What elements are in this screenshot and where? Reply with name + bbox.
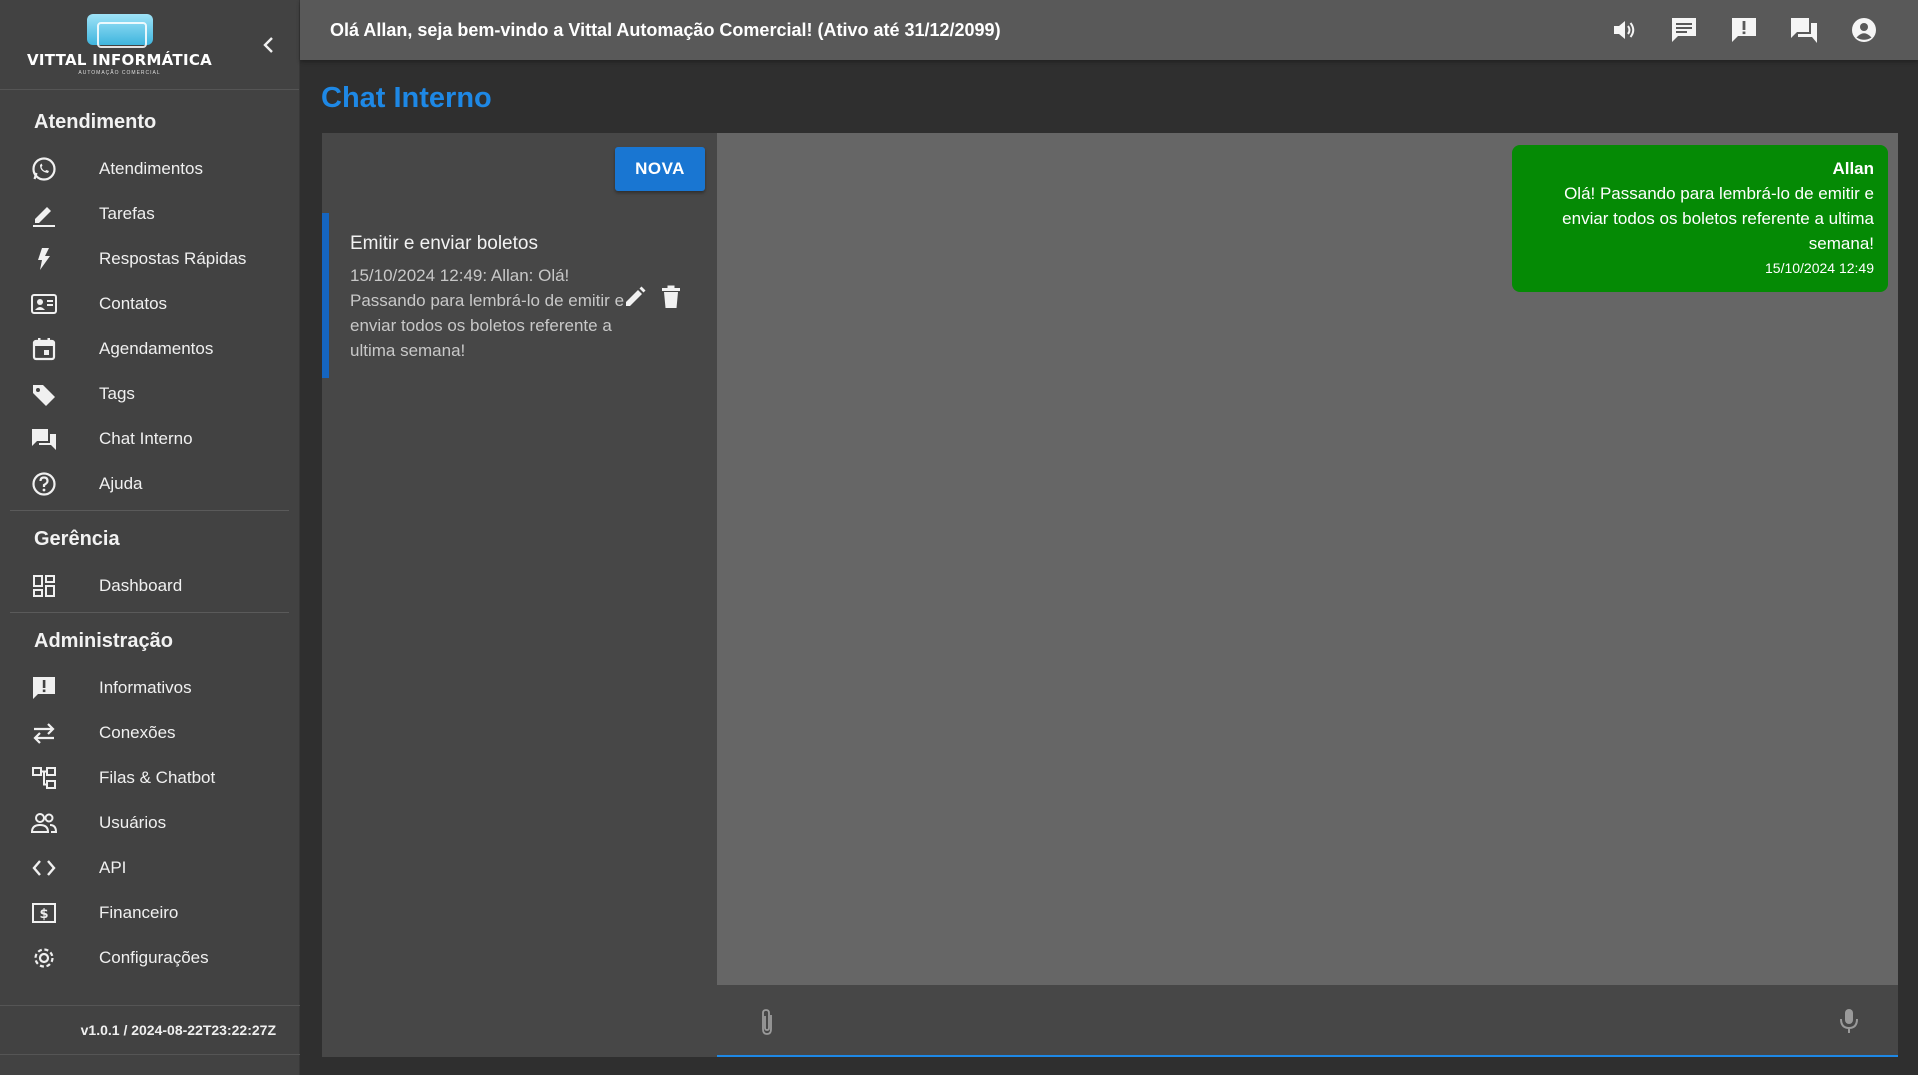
chat-preview: 15/10/2024 12:49: Allan: Olá! Passando p… (350, 266, 625, 360)
sidebar-item-label: Informativos (99, 677, 192, 697)
sidebar-item-dashboard[interactable]: Dashboard (0, 563, 299, 608)
sidebar-divider (10, 612, 289, 613)
new-chat-button[interactable]: NOVA (615, 147, 705, 191)
section-title-administracao: Administração (34, 629, 173, 652)
logo-mark-icon (86, 14, 153, 48)
account-tree-icon (30, 764, 58, 792)
announcement-icon (30, 674, 58, 702)
brand-tagline: AUTOMAÇÃO COMERCIAL (78, 70, 161, 76)
bolt-icon (30, 245, 58, 273)
people-icon (30, 809, 58, 837)
account-icon[interactable] (1846, 12, 1882, 48)
tag-icon (30, 380, 58, 408)
svg-text:$: $ (39, 907, 48, 922)
sidebar-item-label: Conexões (99, 722, 176, 742)
attach-icon[interactable] (757, 1007, 777, 1042)
sidebar-item-label: Usuários (99, 812, 167, 832)
logo-bar: VITTAL INFORMÁTICA AUTOMAÇÃO COMERCIAL (0, 0, 299, 90)
message-timestamp: 15/10/2024 12:49 (1765, 260, 1874, 276)
message-input[interactable] (807, 999, 1787, 1043)
sidebar-item-label: API (99, 857, 127, 877)
sidebar-item-contatos[interactable]: Contatos (0, 281, 299, 326)
message-icon[interactable] (1666, 12, 1702, 48)
forum-icon[interactable] (1786, 12, 1822, 48)
chat-list-item[interactable]: Emitir e enviar boletos 15/10/2024 12:49… (322, 213, 717, 378)
sidebar-item-label: Tarefas (99, 203, 155, 223)
money-icon: $ (30, 899, 58, 927)
sidebar-item-tarefas[interactable]: Tarefas (0, 191, 299, 236)
gear-icon (30, 944, 58, 972)
section-title-gerencia: Gerência (34, 527, 120, 550)
top-bar: Olá Allan, seja bem-vindo a Vittal Autom… (300, 0, 1918, 60)
brand-logo[interactable]: VITTAL INFORMÁTICA AUTOMAÇÃO COMERCIAL (27, 14, 212, 76)
message-text: Olá! Passando para lembrá-lo de emitir e… (1562, 184, 1874, 253)
dashboard-icon (30, 572, 58, 600)
sync-arrows-icon (30, 719, 58, 747)
sidebar: VITTAL INFORMÁTICA AUTOMAÇÃO COMERCIAL A… (0, 0, 300, 1075)
collapse-sidebar-button[interactable] (256, 30, 280, 60)
sidebar-item-ajuda[interactable]: Ajuda (0, 461, 299, 506)
brand-name: VITTAL INFORMÁTICA (26, 51, 213, 69)
sidebar-item-api[interactable]: API (0, 845, 299, 890)
sidebar-item-label: Configurações (99, 947, 209, 967)
sidebar-item-respostas-rapidas[interactable]: Respostas Rápidas (0, 236, 299, 281)
calendar-icon (30, 335, 58, 363)
whatsapp-icon (30, 155, 58, 183)
chat-title: Emitir e enviar boletos (350, 233, 538, 254)
sidebar-item-label: Financeiro (99, 902, 179, 922)
delete-chat-button[interactable] (657, 283, 685, 311)
sidebar-item-label: Filas & Chatbot (99, 767, 216, 787)
section-title-atendimento: Atendimento (34, 110, 157, 133)
sidebar-item-label: Ajuda (99, 473, 143, 493)
pencil-icon (30, 200, 58, 228)
sidebar-item-label: Agendamentos (99, 338, 214, 358)
message-author: Allan (1832, 159, 1874, 178)
sidebar-item-label: Tags (99, 383, 135, 403)
forum-icon (30, 425, 58, 453)
announcement-icon[interactable] (1726, 12, 1762, 48)
top-actions (1606, 12, 1882, 48)
sidebar-item-label: Chat Interno (99, 428, 193, 448)
sidebar-item-informativos[interactable]: Informativos (0, 665, 299, 710)
sidebar-item-chat-interno[interactable]: Chat Interno (0, 416, 299, 461)
trash-icon (662, 285, 680, 308)
sidebar-item-label: Contatos (99, 293, 168, 313)
microphone-icon[interactable] (1838, 1007, 1860, 1040)
messages-pane: Allan Olá! Passando para lembrá-lo de em… (717, 133, 1898, 985)
sidebar-item-filas-chatbot[interactable]: Filas & Chatbot (0, 755, 299, 800)
sidebar-item-tags[interactable]: Tags (0, 371, 299, 416)
help-icon (30, 470, 58, 498)
sidebar-item-financeiro[interactable]: $ Financeiro (0, 890, 299, 935)
chevron-left-icon (263, 37, 273, 53)
sidebar-item-agendamentos[interactable]: Agendamentos (0, 326, 299, 371)
sidebar-item-label: Dashboard (99, 575, 183, 595)
sidebar-item-label: Respostas Rápidas (99, 248, 247, 268)
page-title: Chat Interno (321, 82, 492, 114)
sidebar-item-usuarios[interactable]: Usuários (0, 800, 299, 845)
volume-icon[interactable] (1606, 12, 1642, 48)
pencil-icon (626, 286, 646, 306)
chat-list-panel: NOVA Emitir e enviar boletos 15/10/2024 … (322, 133, 717, 1057)
welcome-message: Olá Allan, seja bem-vindo a Vittal Autom… (330, 19, 1001, 40)
sidebar-divider (10, 510, 289, 511)
contacts-icon (30, 290, 58, 318)
message-bubble: Allan Olá! Passando para lembrá-lo de em… (1512, 145, 1888, 292)
message-input-bar (717, 985, 1898, 1057)
sidebar-item-conexoes[interactable]: Conexões (0, 710, 299, 755)
sidebar-item-configuracoes[interactable]: Configurações (0, 935, 299, 980)
edit-chat-button[interactable] (621, 283, 649, 311)
code-icon (30, 854, 58, 882)
sidebar-item-atendimentos[interactable]: Atendimentos (0, 146, 299, 191)
sidebar-item-label: Atendimentos (99, 158, 203, 178)
version-label: v1.0.1 / 2024-08-22T23:22:27Z (0, 1005, 300, 1055)
